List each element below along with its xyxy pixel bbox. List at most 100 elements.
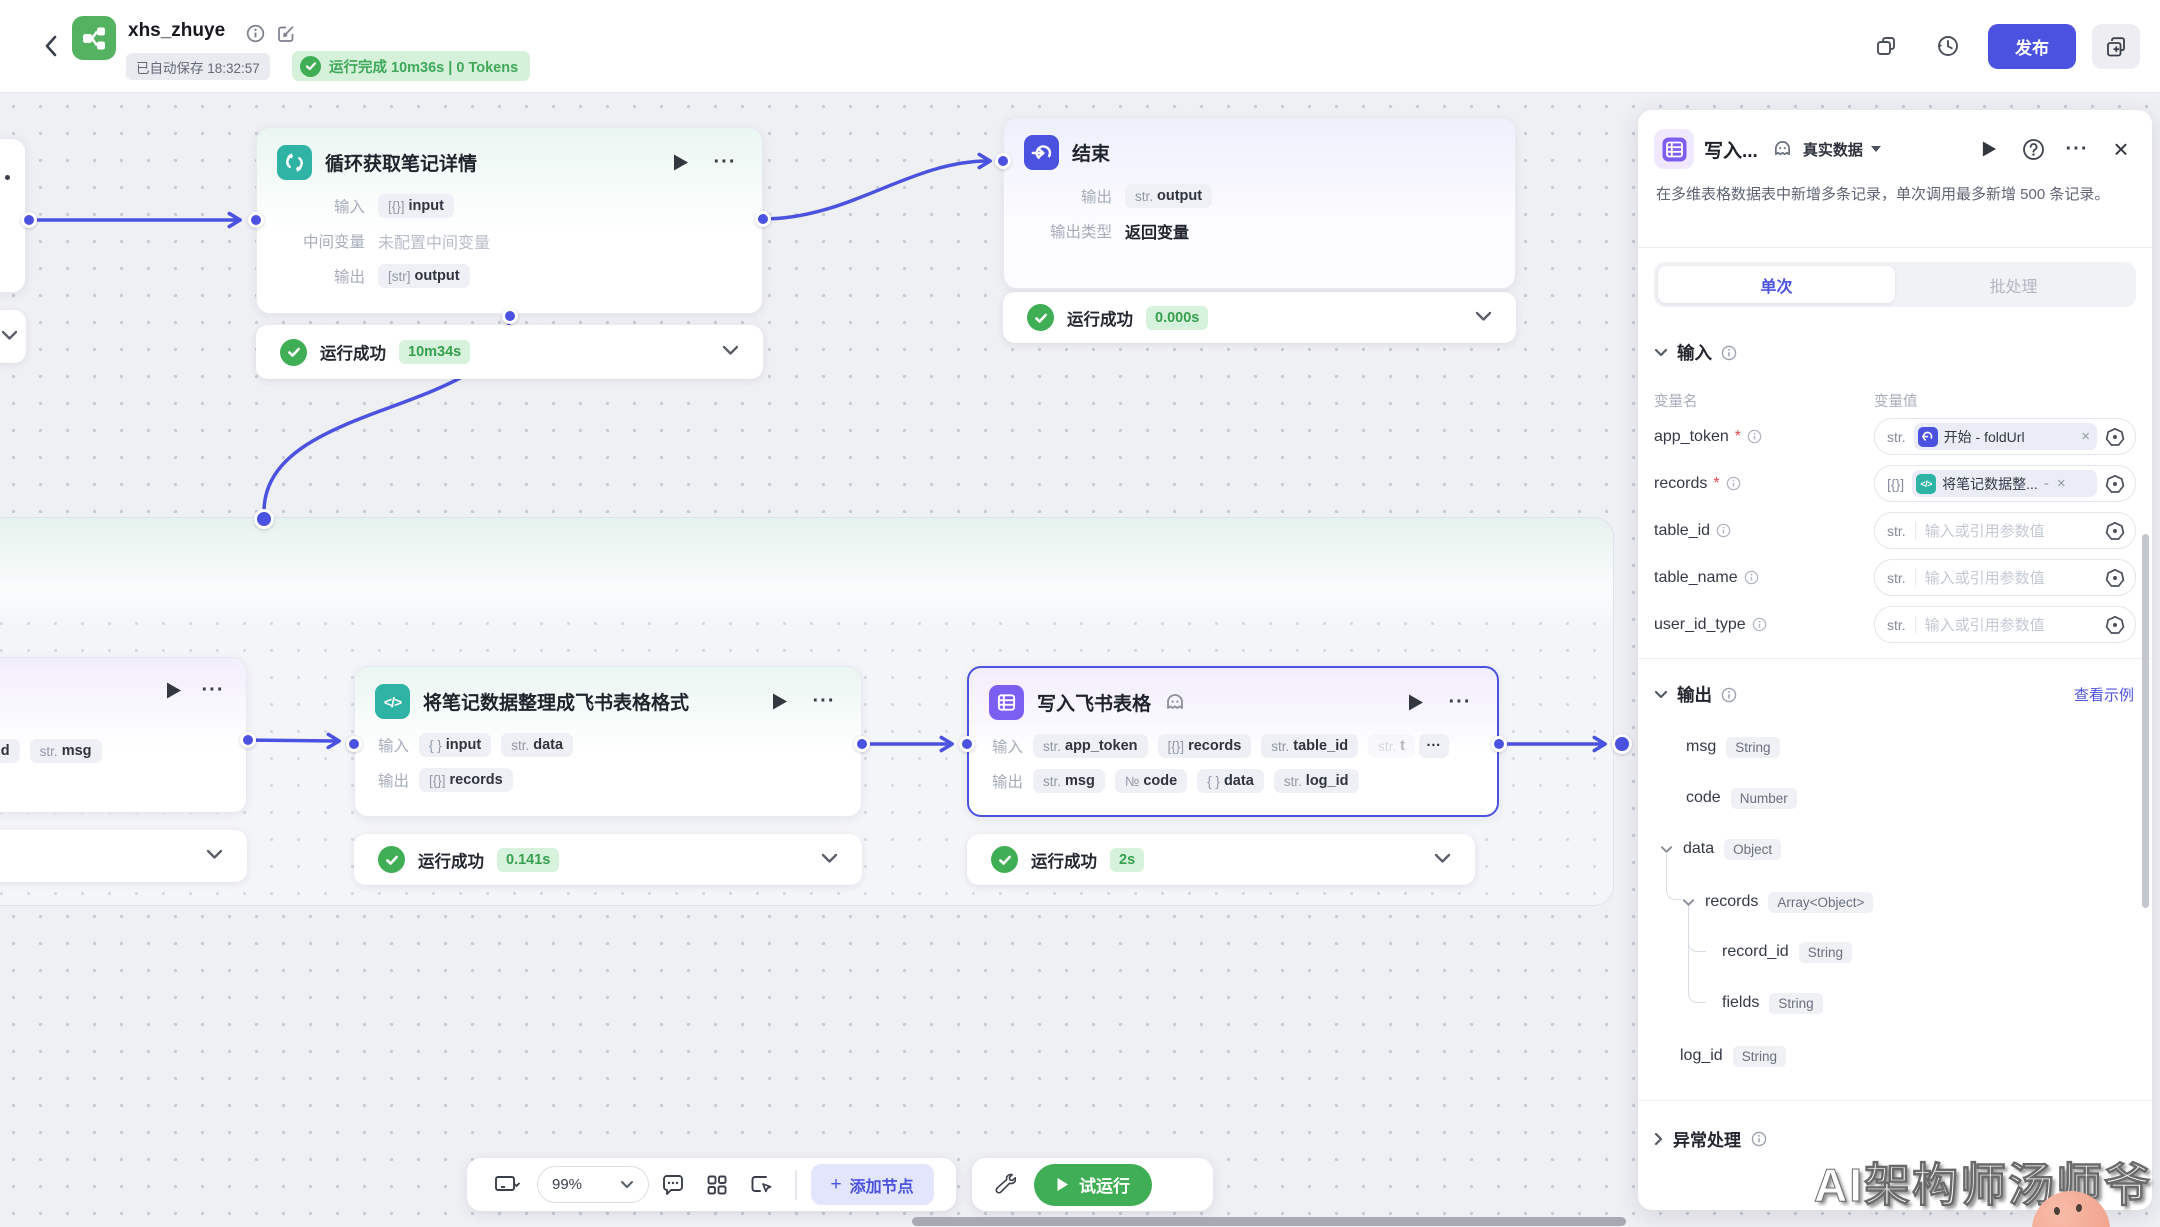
input-section-header[interactable]: 输入 xyxy=(1654,340,1737,365)
chevron-down-icon[interactable] xyxy=(1434,851,1451,869)
publish-button[interactable]: 发布 xyxy=(1988,24,2076,69)
tab-batch[interactable]: 批处理 xyxy=(1895,266,2132,303)
plugin-icon xyxy=(1164,693,1186,713)
run-node-icon[interactable] xyxy=(764,687,794,717)
param-value-field[interactable]: str. 输入或引用参数值 xyxy=(1874,559,2136,596)
mid-vars-empty: 未配置中间变量 xyxy=(378,229,490,253)
canvas-horizontal-scrollbar[interactable] xyxy=(912,1217,1626,1226)
param-value-field[interactable]: [{}] </> 将笔记数据整... - × xyxy=(1874,465,2136,502)
panel-scrollbar[interactable] xyxy=(2142,534,2149,908)
success-check-icon xyxy=(300,56,321,77)
chevron-down-icon[interactable] xyxy=(1475,309,1492,327)
run-node-icon[interactable] xyxy=(1972,132,2006,166)
remove-ref-icon[interactable]: × xyxy=(2057,475,2066,492)
param-value-field[interactable]: str. 输入或引用参数值 xyxy=(1874,606,2136,643)
view-example-link[interactable]: 查看示例 xyxy=(2074,684,2134,705)
node-end[interactable]: 结束 输出 str.output 输出类型 返回变量 xyxy=(1003,117,1516,289)
back-button[interactable] xyxy=(36,30,64,62)
zoom-select[interactable]: 99% xyxy=(537,1166,649,1203)
status-pill-loop-child[interactable] xyxy=(0,830,247,882)
run-node-icon[interactable] xyxy=(158,675,188,705)
node-feishu-table[interactable]: 写入飞书表格 ··· 输入 str.app_token [{}]records … xyxy=(967,666,1499,817)
more-badges-icon[interactable]: ··· xyxy=(1419,734,1450,758)
port-in-feishu[interactable] xyxy=(959,736,975,752)
reference-pill-code[interactable]: </> 将笔记数据整... - × xyxy=(1912,470,2097,497)
run-node-icon[interactable] xyxy=(1400,688,1430,718)
more-icon[interactable]: ··· xyxy=(196,675,230,705)
tab-single[interactable]: 单次 xyxy=(1658,266,1895,303)
duplicate-icon[interactable] xyxy=(1868,28,1904,64)
node-loop[interactable]: 循环获取笔记详情 ··· 输入 [{}]input 中间变量 未配置中间变量 输… xyxy=(256,127,763,314)
info-icon[interactable] xyxy=(246,24,265,48)
select-reference-icon[interactable] xyxy=(2105,521,2125,541)
more-icon[interactable]: ··· xyxy=(2060,132,2094,166)
status-pill-code[interactable]: 运行成功 0.141s xyxy=(354,834,862,885)
status-pill-loop[interactable]: 运行成功 10m34s xyxy=(256,325,763,379)
type-tag: str. xyxy=(1887,617,1906,633)
param-value-field[interactable]: str. 输入或引用参数值 xyxy=(1874,512,2136,549)
minus-icon[interactable]: - xyxy=(2044,475,2049,492)
offscreen-node-loop-child[interactable]: ··· og_id str.msg xyxy=(0,657,247,813)
success-check-icon xyxy=(991,846,1018,873)
node-config-panel: 写入... 真实数据 ··· × 在多维表格数据表中新增多条记录，单次调用最多新… xyxy=(1638,110,2152,1210)
select-area-icon[interactable] xyxy=(741,1165,781,1205)
port-out-code[interactable] xyxy=(854,736,870,752)
port-loop-body-exit[interactable] xyxy=(1612,734,1632,754)
port-in-end[interactable] xyxy=(995,153,1011,169)
test-run-button[interactable]: 试运行 xyxy=(1034,1164,1152,1206)
run-node-icon[interactable] xyxy=(665,148,695,178)
info-icon xyxy=(1726,476,1741,491)
end-icon xyxy=(1024,135,1059,170)
port-loop-body-entry[interactable] xyxy=(254,509,274,529)
node-code[interactable]: </> 将笔记数据整理成飞书表格格式 ··· 输入 { }input str.d… xyxy=(354,666,862,817)
var-badge: { }data xyxy=(1197,769,1264,793)
add-node-button[interactable]: + 添加节点 xyxy=(811,1164,934,1205)
port-loop-body[interactable] xyxy=(502,308,518,324)
edit-title-icon[interactable] xyxy=(276,24,296,49)
reference-pill-start[interactable]: 开始 - foldUrl × xyxy=(1914,423,2097,450)
remove-ref-icon[interactable]: × xyxy=(2081,428,2090,445)
zoom-level: 99% xyxy=(552,1176,582,1193)
output-tree-row-record-id: record_idString xyxy=(1654,937,2136,967)
status-pill-feishu[interactable]: 运行成功 2s xyxy=(967,834,1475,885)
view-mode-button[interactable] xyxy=(481,1165,533,1205)
panel-toggle-button[interactable] xyxy=(2092,24,2140,69)
select-reference-icon[interactable] xyxy=(2105,427,2125,447)
port-out-loop[interactable] xyxy=(755,211,771,227)
more-icon[interactable]: ··· xyxy=(807,687,841,717)
close-icon[interactable]: × xyxy=(2104,132,2138,166)
param-value-field[interactable]: str. 开始 - foldUrl × xyxy=(1874,418,2136,455)
port-in-code[interactable] xyxy=(346,736,362,752)
chevron-down-icon[interactable] xyxy=(722,343,739,361)
status-text: 运行成功 xyxy=(1067,306,1133,330)
select-reference-icon[interactable] xyxy=(2105,615,2125,635)
history-icon[interactable] xyxy=(1930,28,1966,64)
help-icon[interactable] xyxy=(2016,132,2050,166)
wrench-icon[interactable] xyxy=(984,1165,1024,1205)
var-badge: str.log_id xyxy=(1274,769,1359,793)
port-in-loop[interactable] xyxy=(248,212,264,228)
type-badge: String xyxy=(1769,993,1822,1014)
exception-section-header[interactable]: 异常处理 xyxy=(1654,1126,1767,1151)
mid-vars-label: 中间变量 xyxy=(277,230,365,252)
offscreen-status-pill-top[interactable] xyxy=(0,310,26,363)
input-label: 输入 xyxy=(277,195,365,217)
chevron-down-icon[interactable] xyxy=(206,847,223,865)
chevron-down-icon[interactable] xyxy=(1,328,18,346)
port-out-feishu[interactable] xyxy=(1491,736,1507,752)
auto-layout-icon[interactable] xyxy=(697,1165,737,1205)
more-icon xyxy=(5,175,10,180)
more-icon[interactable]: ··· xyxy=(1443,688,1477,718)
comment-icon[interactable] xyxy=(653,1165,693,1205)
var-badge: [{}]records xyxy=(1158,734,1252,758)
select-reference-icon[interactable] xyxy=(2105,568,2125,588)
output-section-header[interactable]: 输出 xyxy=(1654,682,1737,707)
more-icon[interactable]: ··· xyxy=(708,148,742,178)
param-name: app_token* xyxy=(1654,428,1762,446)
select-reference-icon[interactable] xyxy=(2105,474,2125,494)
port-out[interactable] xyxy=(21,212,37,228)
status-pill-end[interactable]: 运行成功 0.000s xyxy=(1003,292,1516,343)
chevron-down-icon[interactable] xyxy=(821,851,838,869)
port-out-child[interactable] xyxy=(240,732,256,748)
data-mode-dropdown[interactable]: 真实数据 xyxy=(1803,139,1882,160)
